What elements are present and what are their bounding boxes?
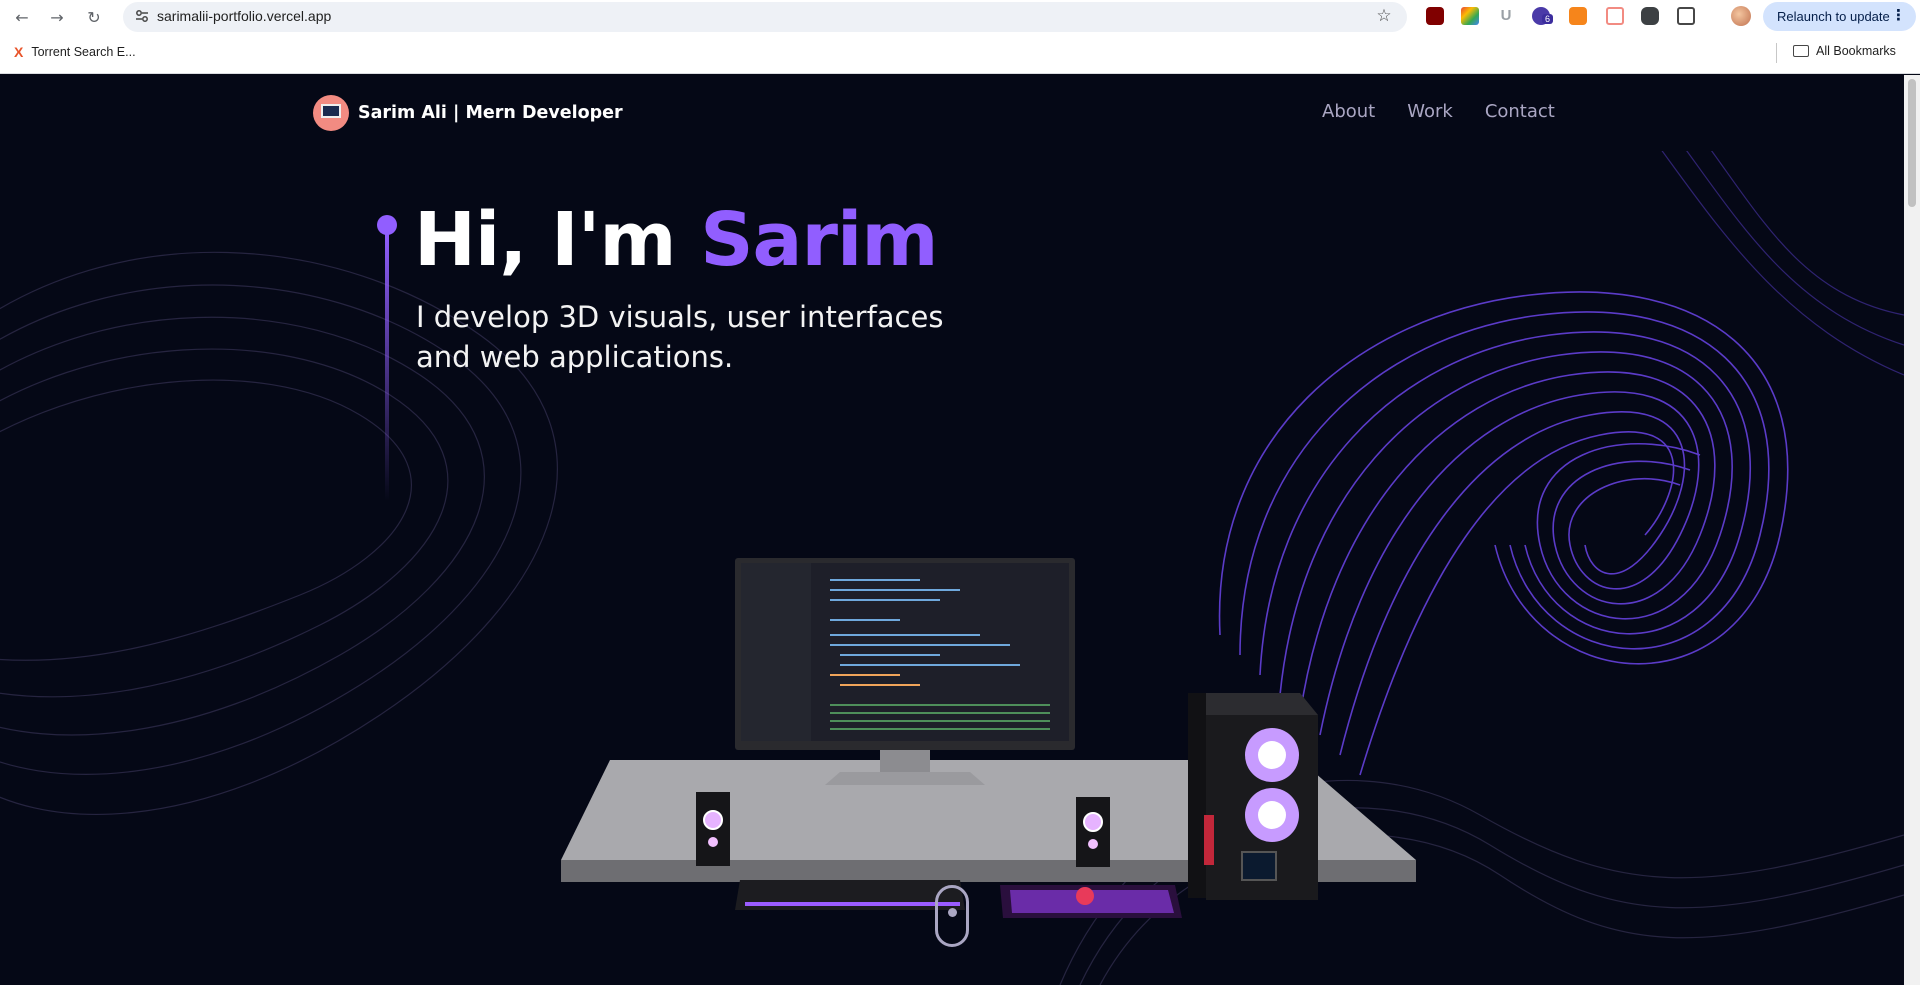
extension-badge: 6	[1542, 14, 1554, 24]
forward-icon[interactable]: →	[45, 5, 69, 29]
nav-links: About Work Contact	[1322, 101, 1587, 122]
scrollbar-thumb[interactable]	[1908, 79, 1916, 207]
metamask-extension-icon[interactable]	[1569, 7, 1587, 25]
logo-avatar	[313, 95, 349, 131]
all-bookmarks-label: All Bookmarks	[1816, 44, 1896, 58]
puzzle-extensions-icon[interactable]	[1677, 7, 1695, 25]
incognito-extension-icon[interactable]	[1641, 7, 1659, 25]
browser-toolbar: ← → ↻ sarimalii-portfolio.vercel.app ☆ U…	[0, 0, 1920, 33]
back-icon[interactable]: ←	[10, 5, 34, 29]
portfolio-page: Sarim Ali | Mern Developer About Work Co…	[0, 75, 1904, 985]
nav-link-contact[interactable]: Contact	[1485, 101, 1555, 122]
u-extension-icon[interactable]: U	[1497, 7, 1515, 25]
site-navbar: Sarim Ali | Mern Developer About Work Co…	[0, 75, 1904, 151]
site-logo-link[interactable]: Sarim Ali | Mern Developer	[313, 95, 623, 131]
bookmark-star-icon[interactable]: ☆	[1373, 5, 1395, 27]
url-text[interactable]: sarimalii-portfolio.vercel.app	[157, 8, 331, 24]
bookmark-item[interactable]: X Torrent Search E...	[14, 44, 136, 60]
scroll-down-indicator[interactable]	[935, 885, 969, 947]
page-scrollbar[interactable]	[1904, 75, 1920, 985]
torrent-favicon-icon: X	[14, 44, 24, 60]
relaunch-label: Relaunch to update	[1777, 9, 1890, 24]
graduation-extension-icon[interactable]: 6	[1532, 7, 1554, 25]
logo-text: Sarim Ali | Mern Developer	[358, 103, 623, 123]
nav-link-about[interactable]: About	[1322, 101, 1375, 122]
menu-dots-icon[interactable]: ⋮	[1891, 6, 1906, 24]
bookmark-label: Torrent Search E...	[31, 45, 136, 59]
relaunch-button[interactable]: Relaunch to update ⋮	[1763, 2, 1916, 31]
bookmarks-bar: X Torrent Search E... All Bookmarks	[0, 33, 1920, 74]
ublock-extension-icon[interactable]	[1426, 7, 1444, 25]
folder-icon	[1793, 45, 1809, 57]
site-info-icon[interactable]	[134, 8, 150, 24]
bookmarks-divider	[1776, 43, 1777, 63]
capture-extension-icon[interactable]	[1606, 7, 1624, 25]
profile-avatar[interactable]	[1731, 6, 1751, 26]
translate-extension-icon[interactable]	[1461, 7, 1479, 25]
reload-icon[interactable]: ↻	[82, 5, 106, 29]
scroll-indicator-dot	[948, 908, 957, 917]
nav-link-work[interactable]: Work	[1407, 101, 1453, 122]
all-bookmarks-button[interactable]: All Bookmarks	[1793, 44, 1896, 58]
desk-setup-3d-model[interactable]	[0, 75, 1904, 985]
